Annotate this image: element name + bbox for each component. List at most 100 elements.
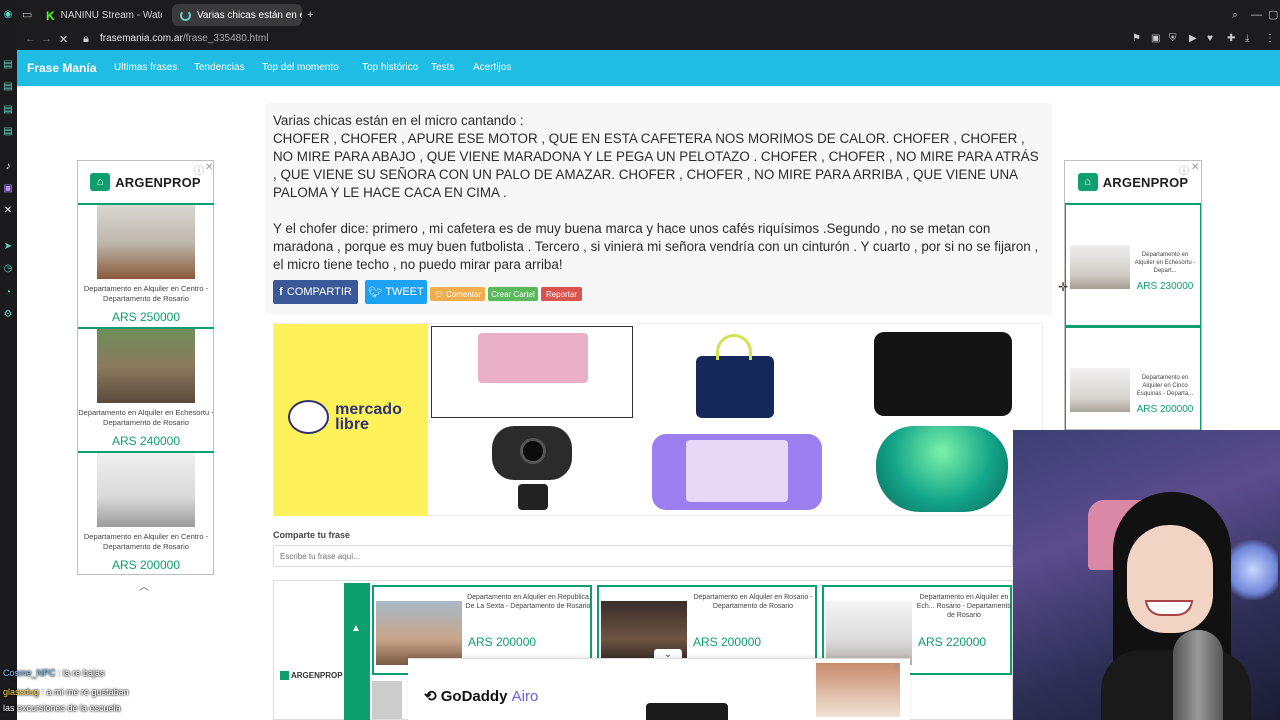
tab-active[interactable]: Varias chicas están en el [172, 4, 302, 26]
listing-card[interactable]: Departamento en Alquiler en Centro - Dep… [78, 203, 214, 327]
tab-naninu[interactable]: K NANINU Stream - Watch l [38, 4, 162, 26]
listing-card[interactable]: Departamento en Alquiler en Echesortu - … [1065, 203, 1201, 326]
ad-close-icon[interactable]: ✕ [1191, 162, 1199, 173]
panel-icon[interactable]: ▤ [1, 58, 15, 72]
ad-close-icon[interactable]: ✕ [205, 162, 213, 173]
ad-close-icon[interactable]: ✕ [892, 661, 900, 672]
history-icon[interactable]: ◷ [1, 262, 15, 276]
mousepad-image [478, 333, 588, 383]
nav-tendencias[interactable]: Tendencias [194, 62, 245, 73]
report-button[interactable]: Reportar [541, 287, 582, 301]
panel-icon[interactable]: ▤ [1, 80, 15, 94]
menu-icon[interactable]: ⋮ [1265, 33, 1275, 44]
ad-info-icon[interactable]: ⓘ [194, 162, 204, 177]
keypad-image [874, 332, 1012, 416]
argenprop-logo: ARGENPROP [280, 671, 343, 680]
chat-text: las excursiones de la escuela [3, 703, 121, 713]
product-mousepad[interactable] [431, 326, 633, 418]
listing-caption: Departamento en Alquiler en Centro - Dep… [83, 532, 209, 551]
mercadolibre-logo-panel: mercado libre [274, 324, 428, 516]
ad-info-icon[interactable]: ⓘ [1179, 162, 1189, 177]
comment-label: Comentar [446, 289, 482, 299]
back-icon[interactable]: ← [25, 33, 36, 45]
nav-top-historico[interactable]: Top histórico [362, 62, 418, 73]
listing-caption: Departamento en Alquiler en Republica De… [465, 594, 591, 610]
listing-price: ARS 250000 [111, 310, 181, 324]
create-poster-button[interactable]: Crear Cartel [488, 287, 538, 301]
play-icon[interactable]: ▶ [1189, 33, 1197, 44]
app-icon[interactable]: ◉ [1, 8, 15, 22]
argenprop-brand: ARGENPROP [291, 671, 343, 680]
product-gamepad[interactable] [874, 422, 1012, 514]
plus-icon[interactable]: + [307, 8, 313, 22]
tab-strip-icon[interactable]: ▭ [22, 8, 32, 22]
product-keypad[interactable] [874, 328, 1012, 416]
stop-icon[interactable]: ✕ [59, 33, 68, 46]
extension-icon[interactable]: ▣ [1151, 33, 1160, 44]
address-bar: ← → ✕ 🔒︎ frasemania.com.ar/frase_335480.… [17, 30, 1280, 50]
panel-icon[interactable]: ▤ [1, 103, 15, 117]
bookmark-icon[interactable]: ⚑ [1132, 33, 1141, 44]
caret-up-icon[interactable]: ▲ [351, 623, 361, 634]
listing-photo [826, 601, 912, 665]
listing-card[interactable]: Departamento en Alquiler en Centro - Dep… [78, 451, 214, 575]
minimize-icon[interactable]: — [1251, 8, 1262, 22]
send-icon[interactable]: ➤ [1, 240, 15, 254]
listing-price: ARS 230000 [1136, 281, 1194, 292]
site-logo[interactable]: Frase Manía [27, 61, 96, 75]
puzzle-icon[interactable]: ✚ [1227, 33, 1235, 44]
nav-acertijos[interactable]: Acertijos [473, 62, 511, 73]
tab-title: Varias chicas están en el [197, 9, 302, 21]
listing-card[interactable]: Departamento en Alquiler en Echesortu - … [78, 327, 214, 451]
browser-sidebar: ◉ ▤ ▤ ▤ ▤ ♪ ▣ ✕ ➤ ◷ ◔ ⚙ [0, 0, 17, 720]
search-icon[interactable]: ⌕ [1232, 8, 1238, 22]
nav-tests[interactable]: Tests [431, 62, 454, 73]
argenprop-brand: ARGENPROP [115, 174, 201, 190]
listing-price: ARS 200000 [693, 635, 762, 649]
right-argenprop-ad[interactable]: ⓘ ✕ ⌂ ARGENPROP Departamento en Alquiler… [1064, 160, 1202, 449]
carousel-strip: ▲ [344, 583, 370, 720]
url-domain: frasemania.com.ar [100, 33, 183, 44]
nav-top-momento[interactable]: Top del momento [262, 62, 339, 73]
console-screen [686, 440, 788, 502]
chat-message: las excursiones de la escuela [3, 703, 121, 713]
clock-icon[interactable]: ◔ [1, 286, 15, 300]
twitter-icon: 🐦︎ [368, 286, 383, 299]
nav-ultimas-frases[interactable]: Ultimas frases [114, 62, 177, 73]
phrase-input[interactable] [273, 545, 1013, 567]
phrase-intro: Varias chicas están en el micro cantando… [273, 113, 524, 128]
tiktok-icon[interactable]: ♪ [1, 160, 15, 174]
panel-icon[interactable]: ▤ [1, 125, 15, 139]
twitch-icon[interactable]: ▣ [1, 182, 15, 196]
shield-icon[interactable]: ⛨ [1169, 33, 1177, 44]
product-console[interactable] [652, 424, 822, 512]
listing-price: ARS 240000 [111, 434, 181, 448]
share-label: COMPARTIR [286, 286, 352, 298]
listing-photo [372, 681, 402, 719]
product-webcam[interactable] [488, 424, 576, 512]
house-icon: ⌂ [1077, 173, 1098, 191]
chat-message: glassdug : a mi me re gustaban [3, 687, 129, 697]
ad-photo [816, 663, 900, 717]
window-icon[interactable]: ▢ [1268, 8, 1278, 22]
godaddy-product: Airo [511, 688, 539, 705]
listing-caption: Departamento en Alquiler en Echesortu - … [78, 408, 214, 427]
tweet-button[interactable]: 🐦︎ TWEET [365, 280, 427, 304]
left-argenprop-ad[interactable]: ⓘ ✕ ⌂ ARGENPROP Departamento en Alquiler… [77, 160, 214, 575]
comment-button[interactable]: 💬︎ Comentar [430, 287, 485, 301]
house-icon [280, 671, 289, 680]
listing-price: ARS 200000 [468, 635, 537, 649]
chat-text: : a mi me re gustaban [41, 687, 129, 697]
godaddy-ad[interactable]: ⟲ GoDaddy Airo ✕ [408, 658, 910, 720]
forward-icon[interactable]: → [41, 33, 52, 45]
chevron-up-icon[interactable]: ︿ [139, 578, 149, 593]
product-bag[interactable] [694, 330, 774, 418]
listing-caption: Departamento en Alquiler en Rosario - De… [693, 594, 813, 610]
url-field[interactable]: frasemania.com.ar/frase_335480.html [100, 33, 268, 44]
x-icon[interactable]: ✕ [1, 204, 15, 218]
settings-icon[interactable]: ⚙ [1, 308, 15, 322]
heart-icon[interactable]: ♥ [1207, 33, 1213, 44]
mercadolibre-banner[interactable]: mercado libre [273, 323, 1043, 516]
download-icon[interactable]: ⤓ [1245, 33, 1249, 44]
facebook-share-button[interactable]: f COMPARTIR [273, 280, 358, 304]
